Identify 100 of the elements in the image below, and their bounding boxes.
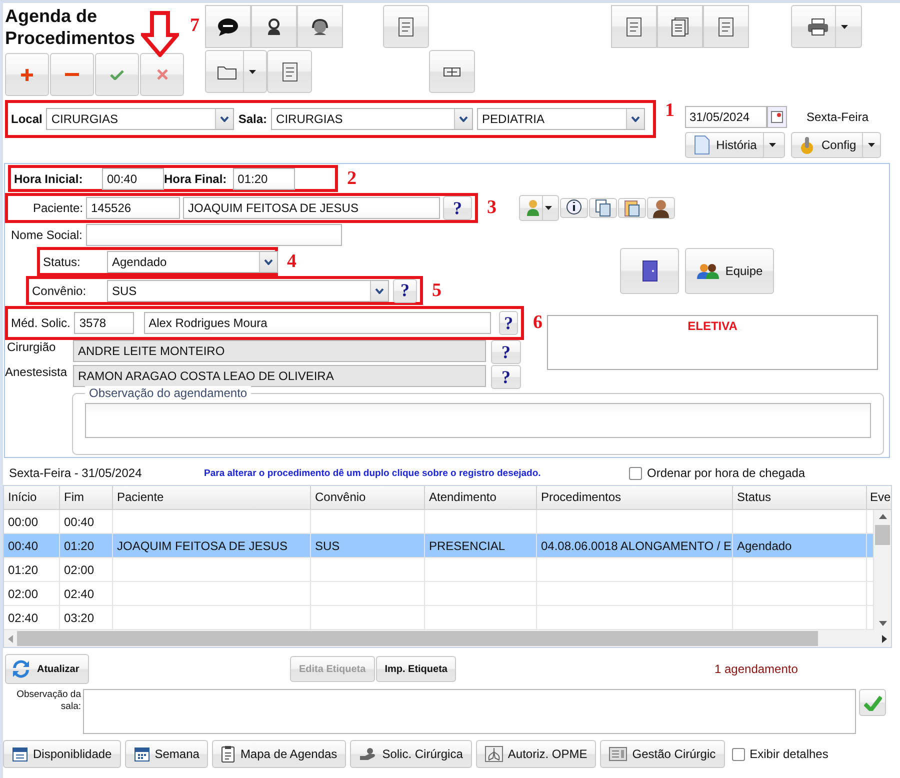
save-button[interactable] <box>859 689 886 716</box>
help-button[interactable]: ? <box>443 196 472 220</box>
scroll-right-icon <box>882 634 887 642</box>
info-button[interactable] <box>560 198 588 218</box>
person-icon <box>267 18 281 36</box>
insurance-dropdown[interactable]: SUS <box>107 280 389 302</box>
column-header[interactable]: Fim <box>60 486 113 510</box>
close-icon <box>156 69 168 80</box>
nav-button[interactable]: Autoriz. OPME <box>476 740 596 768</box>
help-button[interactable]: ? <box>393 278 417 302</box>
table-cell: 00:40 <box>4 534 60 558</box>
calendar-icon <box>134 746 150 762</box>
label-button[interactable]: Imp. Etiqueta <box>376 656 456 682</box>
chevron-icon <box>375 288 384 294</box>
social-name-field[interactable] <box>86 224 342 246</box>
annotation-number: 3 <box>487 197 496 219</box>
config-button[interactable]: Config <box>790 132 880 158</box>
speech-bubble-icon <box>217 16 239 36</box>
column-header[interactable]: Convênio <box>311 486 425 510</box>
column-header[interactable]: Início <box>4 486 60 510</box>
nav-button[interactable]: Mapa de Agendas <box>212 740 346 768</box>
column-header[interactable]: Procedimentos <box>537 486 733 510</box>
support-button[interactable] <box>297 5 343 48</box>
history-button[interactable]: História <box>684 132 784 158</box>
link-button[interactable] <box>429 50 475 93</box>
print-button[interactable] <box>791 5 862 48</box>
patient-code-field[interactable]: 145526 <box>86 197 180 219</box>
end-time-field[interactable]: 01:20 <box>232 168 295 190</box>
avatar-button[interactable] <box>646 197 674 219</box>
table-cell: 01:20 <box>4 558 60 582</box>
local-dropdown[interactable]: CIRURGIAS <box>46 108 234 130</box>
doctor-code-field[interactable]: 3578 <box>74 312 134 334</box>
clipboard-button[interactable] <box>383 5 429 48</box>
nav-button[interactable]: Disponiblidade <box>3 740 121 768</box>
refresh-button[interactable]: Atualizar <box>5 654 89 684</box>
column-header[interactable]: Eve <box>867 486 891 510</box>
document-button[interactable] <box>703 5 749 48</box>
copy-button[interactable] <box>588 198 616 218</box>
doctor-name-field[interactable]: Alex Rodrigues Moura <box>144 312 491 334</box>
help-button[interactable]: ? <box>491 340 521 364</box>
start-time-field[interactable]: 00:40 <box>102 168 164 190</box>
scrollbar-thumb[interactable] <box>875 525 890 545</box>
surgeon-field[interactable]: ANDRE LEITE MONTEIRO <box>73 340 486 362</box>
column-header[interactable]: Paciente <box>113 486 311 510</box>
remove-button[interactable] <box>50 53 94 96</box>
pages-button[interactable] <box>657 5 703 48</box>
annotation-number: 6 <box>533 312 542 334</box>
check-icon <box>110 70 124 80</box>
paste-button[interactable] <box>618 198 646 218</box>
sala-dropdown[interactable]: CIRURGIAS <box>271 108 474 130</box>
document-button[interactable] <box>611 5 657 48</box>
column-header[interactable]: Atendimento <box>425 486 537 510</box>
calendar-button[interactable] <box>766 106 786 128</box>
lungs-icon <box>484 746 503 762</box>
anestesista-label: Anestesista <box>5 365 68 379</box>
paciente-label: Paciente: <box>32 201 83 215</box>
status-dropdown[interactable]: Agendado <box>107 250 278 272</box>
page-icon <box>694 135 710 155</box>
team-button[interactable]: Equipe <box>685 248 774 294</box>
help-button[interactable]: ? <box>491 365 521 389</box>
confirm-button[interactable] <box>95 53 139 96</box>
anesthetist-field[interactable]: RAMON ARAGAO COSTA LEAO DE OLIVEIRA <box>73 365 486 387</box>
document-icon <box>716 16 736 38</box>
room-observation-field[interactable] <box>83 689 856 734</box>
cancel-button[interactable] <box>140 53 184 96</box>
horizontal-scrollbar[interactable] <box>4 630 891 647</box>
scrollbar-thumb[interactable] <box>17 631 818 646</box>
chevron-icon <box>631 116 640 122</box>
specialty-dropdown[interactable]: PEDIATRIA <box>477 108 646 130</box>
chevron-icon <box>220 116 230 122</box>
hora-final-label: Hora Final: <box>164 172 227 186</box>
vertical-scrollbar[interactable] <box>874 510 891 630</box>
table-row[interactable]: 02:00 02:40 <box>4 582 874 606</box>
sala-label: Sala: <box>238 112 268 126</box>
date-field[interactable]: 31/05/2024 <box>684 106 766 128</box>
nav-button[interactable]: Gestão Cirúrgic <box>600 740 725 768</box>
annotation-number: 2 <box>347 168 356 190</box>
help-button[interactable]: ? <box>499 311 518 335</box>
printer-icon <box>806 18 828 36</box>
add-button[interactable] <box>5 53 49 96</box>
table-row[interactable]: 00:40 01:20 JOAQUIM FEITOSA DE JESUS SUS PRESENCIAL 04.08.06.0018 ALONGAMENTO / E Agendado <box>4 534 874 558</box>
user-button[interactable] <box>251 5 297 48</box>
nav-button[interactable]: Semana <box>124 740 208 768</box>
med-solic-label: Méd. Solic. <box>11 316 70 330</box>
sms-button[interactable] <box>205 5 251 48</box>
column-header[interactable]: Status <box>733 486 867 510</box>
status-label: Status: <box>43 254 82 268</box>
order-checkbox[interactable] <box>629 466 642 480</box>
door-button[interactable] <box>620 248 679 294</box>
details-checkbox[interactable] <box>732 748 745 760</box>
table-cell: Agendado <box>733 534 867 558</box>
nav-button[interactable]: Solic. Cirúrgica <box>350 740 472 768</box>
report-button[interactable] <box>267 50 312 93</box>
patient-name-field[interactable]: JOAQUIM FEITOSA DE JESUS <box>183 197 440 219</box>
door-icon <box>642 260 658 282</box>
annotation-number: 5 <box>432 280 442 302</box>
table-row[interactable]: 01:20 02:00 <box>4 558 874 582</box>
folder-button[interactable] <box>205 50 267 93</box>
table-cell: 02:40 <box>60 582 113 606</box>
observation-field[interactable] <box>85 403 871 438</box>
